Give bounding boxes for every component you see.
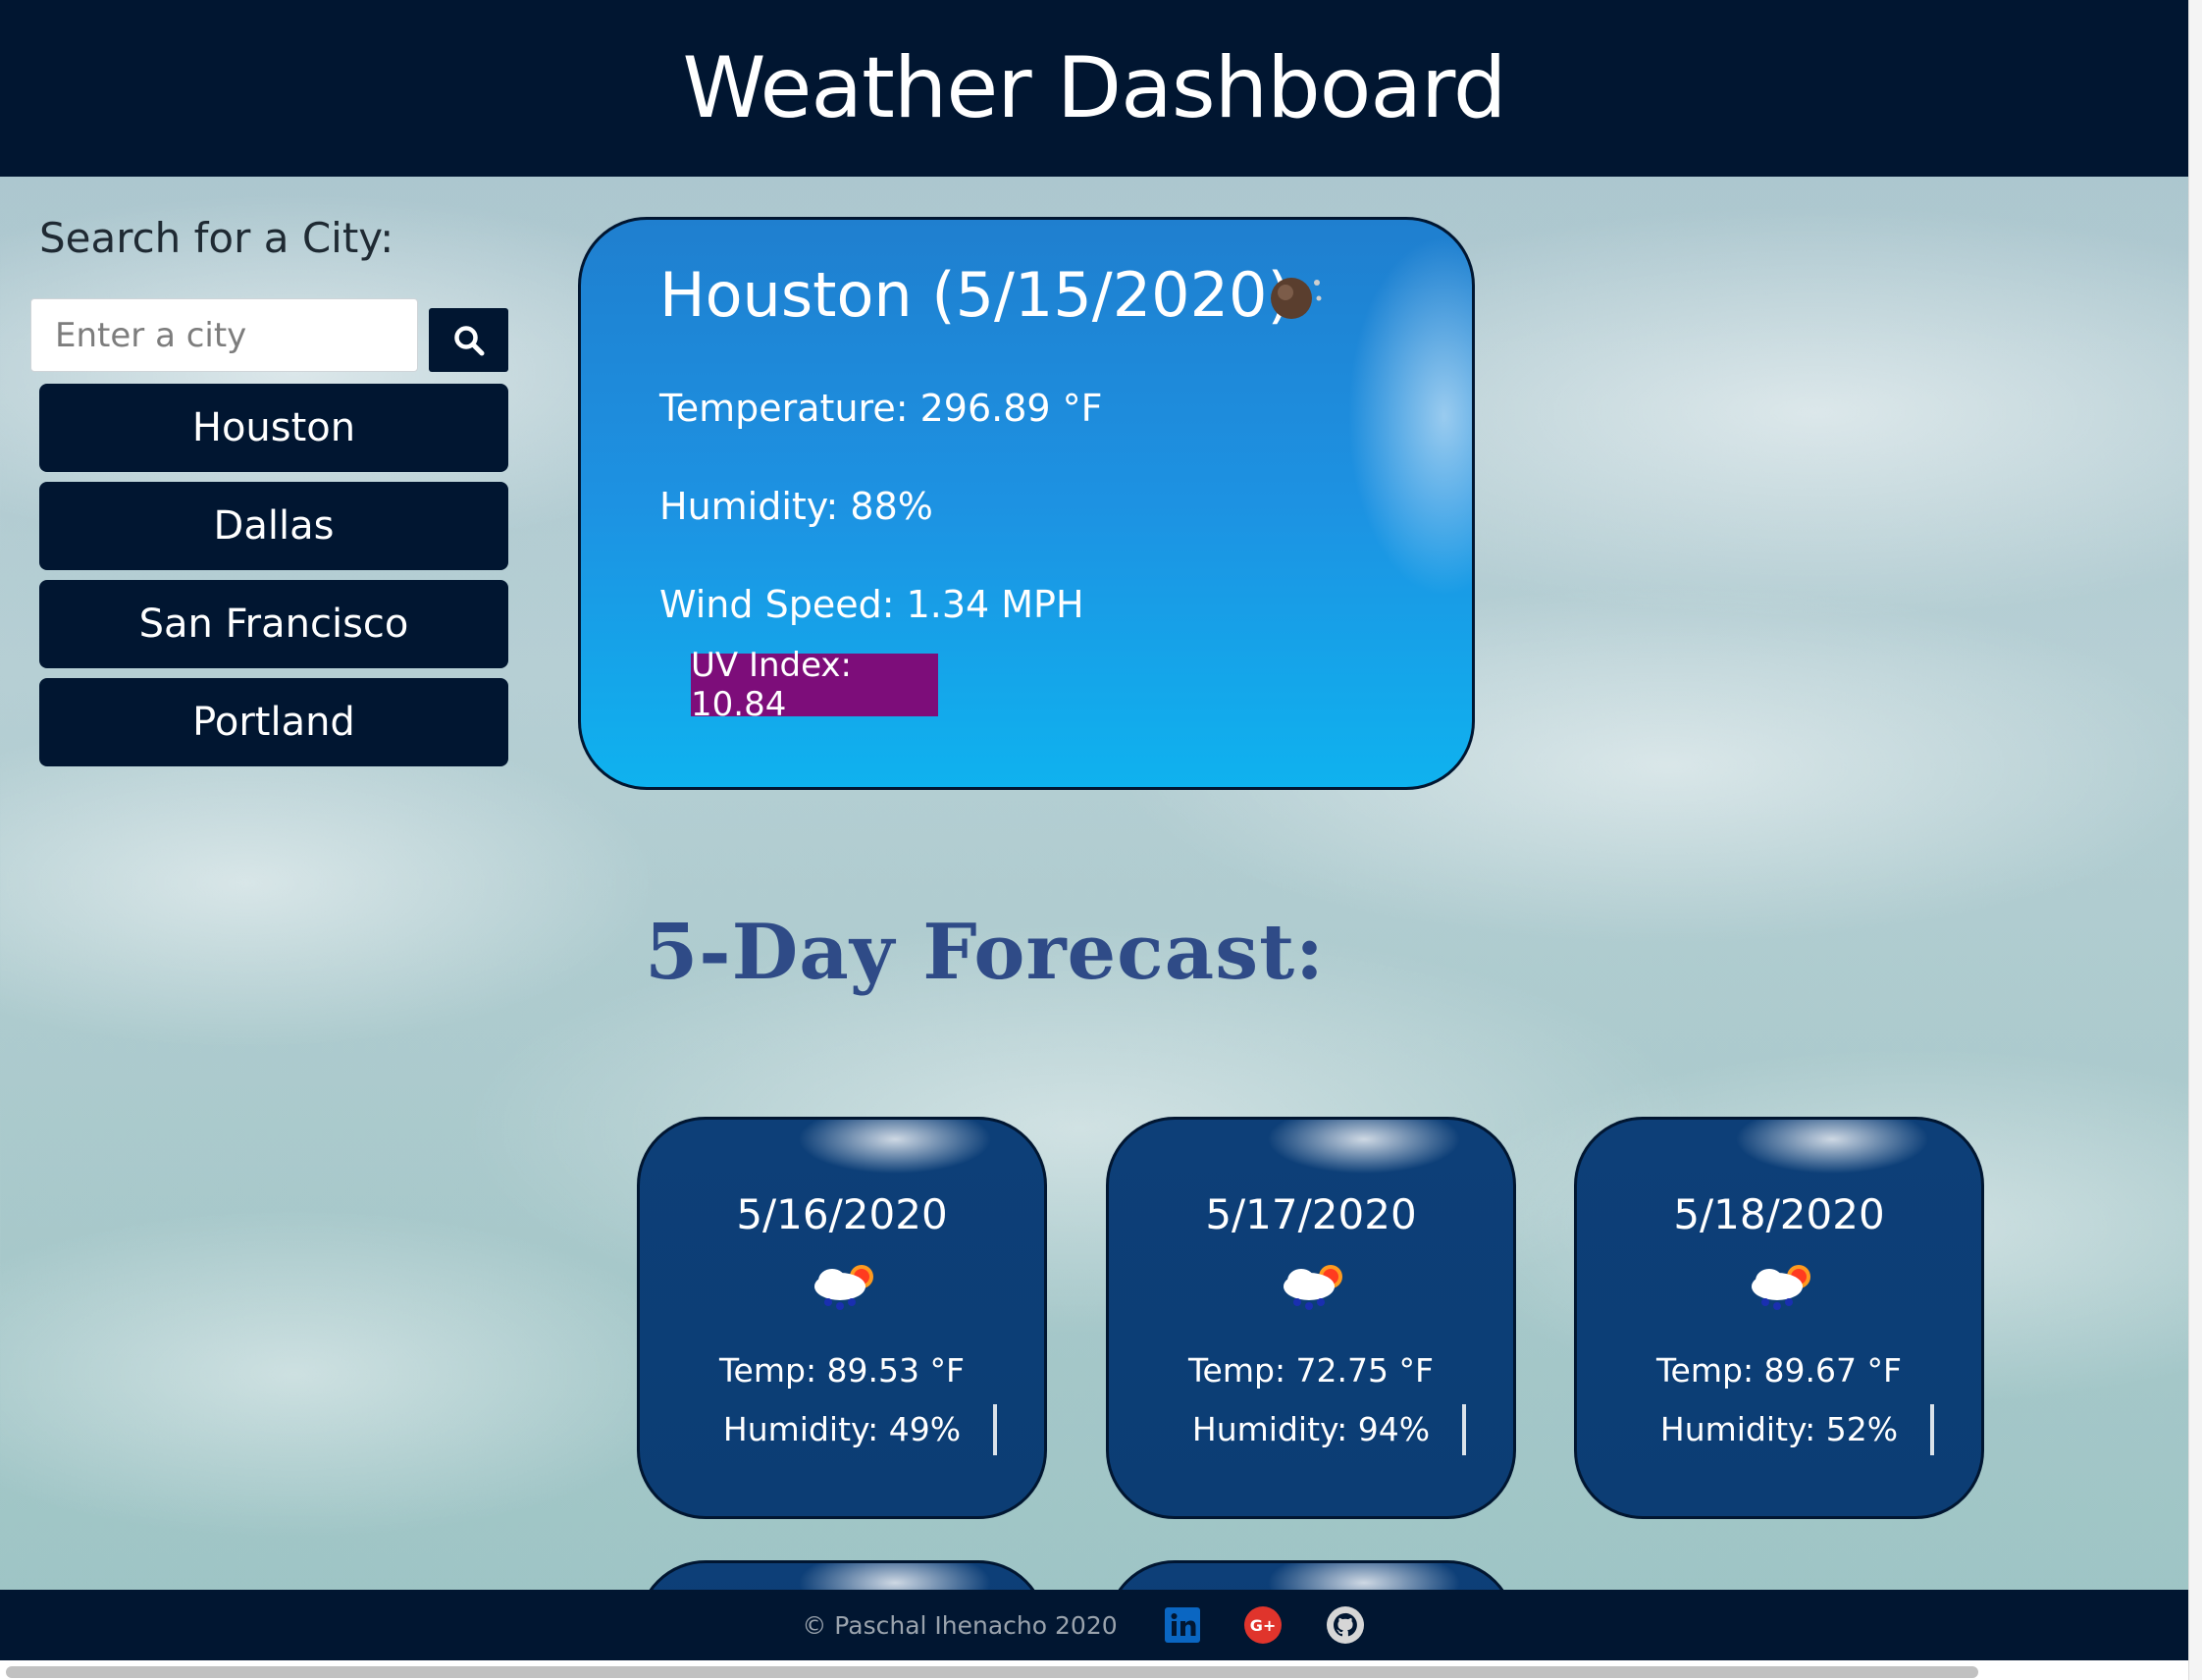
svg-text:G+: G+: [1249, 1616, 1276, 1635]
forecast-date: 5/17/2020: [1205, 1190, 1417, 1238]
rain-sun-cloud-icon: [814, 1265, 873, 1310]
uv-index-badge: UV Index: 10.84: [691, 646, 938, 724]
forecast-heading: 5-Day Forecast:: [645, 908, 1325, 997]
search-icon: [453, 325, 484, 355]
forecast-card: 5/17/2020 Temp: 72.75 °F Humidity: 94%: [1106, 1117, 1516, 1519]
forecast-humidity: Humidity: 94%: [1191, 1410, 1431, 1448]
search-input[interactable]: [30, 298, 418, 372]
forecast-date: 5/18/2020: [1673, 1190, 1885, 1238]
night-moon-icon: [1271, 278, 1322, 319]
linkedin-icon: [1164, 1607, 1200, 1643]
current-humidity: Humidity: 88%: [659, 485, 933, 528]
forecast-date: 5/16/2020: [736, 1190, 948, 1238]
search-label: Search for a City:: [39, 214, 394, 262]
forecast-humidity: Humidity: 49%: [722, 1410, 962, 1448]
forecast-temp: Temp: 72.75 °F: [1188, 1351, 1434, 1390]
copyright-text: © Paschal Ihenacho 2020: [802, 1610, 1118, 1640]
header: Weather Dashboard: [0, 0, 2188, 177]
turbine-decoration: [1462, 1404, 1466, 1455]
github-link[interactable]: [1326, 1605, 1365, 1645]
city-button-dallas[interactable]: Dallas: [39, 482, 508, 570]
footer: © Paschal Ihenacho 2020 G+: [0, 1590, 2188, 1660]
turbine-decoration: [993, 1404, 997, 1455]
city-button-houston[interactable]: Houston: [39, 384, 508, 472]
turbine-decoration: [1930, 1404, 1934, 1455]
linkedin-link[interactable]: [1164, 1607, 1200, 1643]
google-plus-link[interactable]: G+: [1243, 1605, 1283, 1645]
forecast-temp: Temp: 89.53 °F: [719, 1351, 965, 1390]
forecast-temp: Temp: 89.67 °F: [1656, 1351, 1902, 1390]
rain-sun-cloud-icon: [1752, 1265, 1810, 1310]
forecast-card: 5/18/2020 Temp: 89.67 °F Humidity: 52%: [1574, 1117, 1984, 1519]
page-title: Weather Dashboard: [682, 39, 1506, 137]
current-temperature: Temperature: 296.89 °F: [659, 387, 1103, 430]
current-weather-card: Houston (5/15/2020) Temperature: 296.89 …: [578, 217, 1475, 790]
city-button-san-francisco[interactable]: San Francisco: [39, 580, 508, 668]
forecast-humidity: Humidity: 52%: [1659, 1410, 1899, 1448]
rain-sun-cloud-icon: [1284, 1265, 1342, 1310]
current-wind-speed: Wind Speed: 1.34 MPH: [659, 583, 1084, 626]
search-button[interactable]: [429, 308, 508, 372]
google-plus-icon: G+: [1243, 1606, 1282, 1644]
current-city-date: Houston (5/15/2020): [659, 259, 1291, 331]
github-icon: [1326, 1606, 1364, 1644]
forecast-card: 5/16/2020 Temp: 89.53 °F Humidity: 49%: [637, 1117, 1047, 1519]
horizontal-scrollbar-thumb[interactable]: [6, 1666, 1978, 1678]
city-button-portland[interactable]: Portland: [39, 678, 508, 766]
vertical-scrollbar[interactable]: [2188, 0, 2202, 1680]
